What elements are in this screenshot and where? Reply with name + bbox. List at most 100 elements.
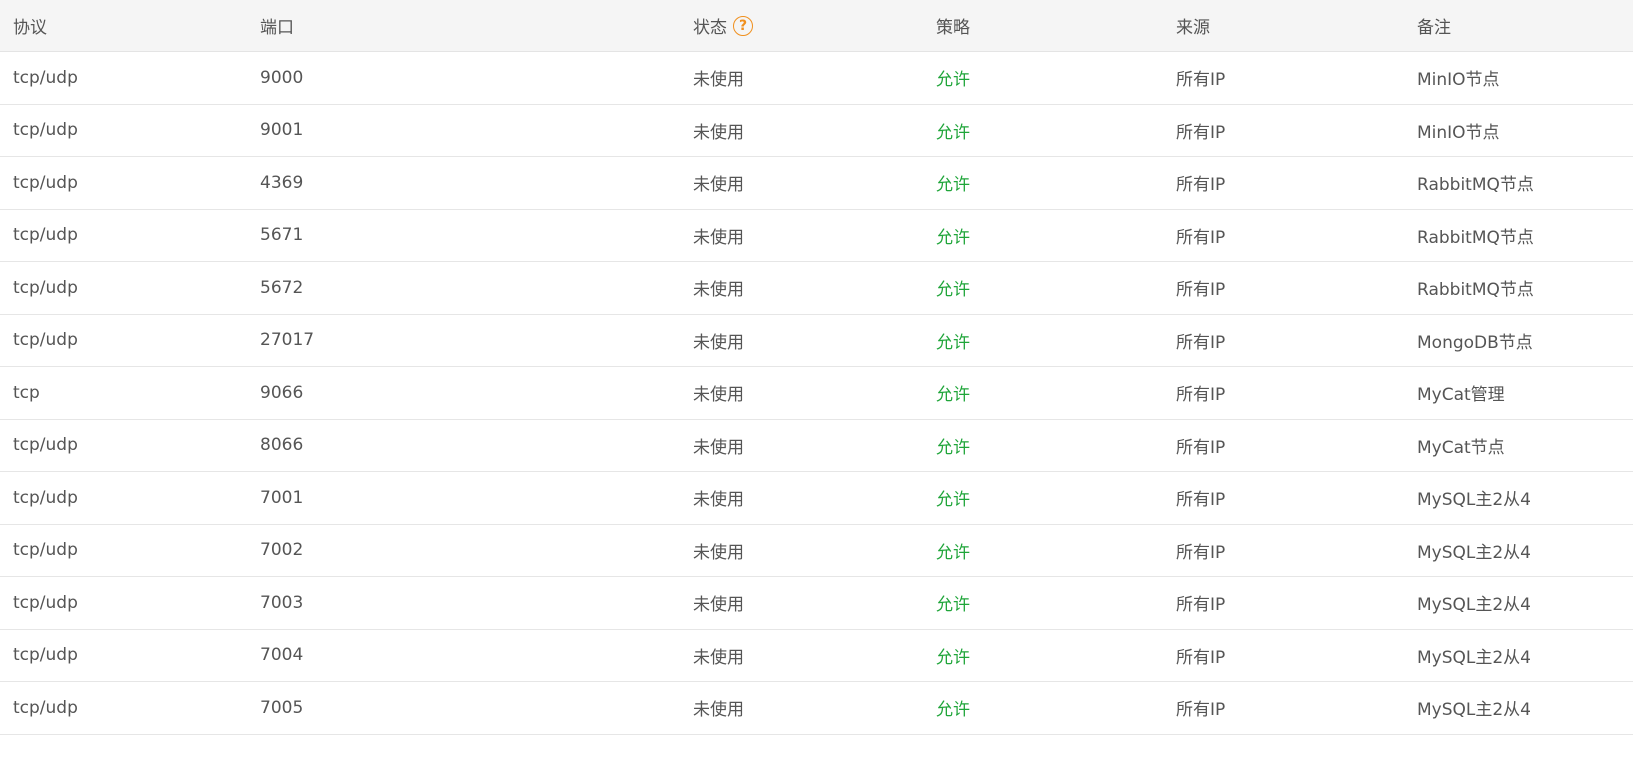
cell-protocol: tcp/udp — [13, 697, 78, 718]
cell-source: 所有IP — [1176, 647, 1226, 668]
cell-source: 所有IP — [1176, 122, 1226, 143]
table-row[interactable]: tcp/udp 4369 未使用 允许 所有IP RabbitMQ节点 — [0, 157, 1633, 210]
cell-source: 所有IP — [1176, 280, 1226, 301]
cell-status: 未使用 — [693, 175, 744, 196]
cell-status: 未使用 — [693, 70, 744, 91]
cell-policy: 允许 — [936, 385, 970, 406]
cell-source: 所有IP — [1176, 385, 1226, 406]
header-protocol[interactable]: 协议 — [0, 13, 258, 38]
cell-port: 7004 — [260, 645, 304, 666]
cell-policy: 允许 — [936, 542, 970, 563]
cell-port: 7005 — [260, 697, 304, 718]
cell-remark: RabbitMQ节点 — [1417, 227, 1534, 248]
cell-policy: 允许 — [936, 175, 970, 196]
cell-policy: 允许 — [936, 280, 970, 301]
table-row[interactable]: tcp/udp 8066 未使用 允许 所有IP MyCat节点 — [0, 420, 1633, 472]
cell-port: 9066 — [260, 382, 304, 403]
table-body: tcp/udp 9000 未使用 允许 所有IP MinIO节点 tcp/udp 9001 未使… — [0, 52, 1633, 735]
cell-status: 未使用 — [693, 227, 744, 248]
cell-source: 所有IP — [1176, 542, 1226, 563]
cell-protocol: tcp/udp — [13, 67, 78, 88]
cell-remark: RabbitMQ节点 — [1417, 280, 1534, 301]
table-row[interactable]: tcp/udp 5672 未使用 允许 所有IP RabbitMQ节点 — [0, 262, 1633, 315]
table-row[interactable]: tcp/udp 9001 未使用 允许 所有IP MinIO节点 — [0, 105, 1633, 157]
question-circle-icon[interactable]: ? — [733, 15, 753, 36]
cell-port: 5672 — [260, 277, 304, 298]
cell-status: 未使用 — [693, 437, 744, 458]
cell-protocol: tcp — [13, 382, 40, 403]
cell-port: 9001 — [260, 120, 304, 141]
table-row[interactable]: tcp/udp 7004 未使用 允许 所有IP MySQL主2从4 — [0, 630, 1633, 682]
cell-port: 27017 — [260, 330, 315, 351]
cell-policy: 允许 — [936, 122, 970, 143]
cell-status: 未使用 — [693, 647, 744, 668]
cell-policy: 允许 — [936, 490, 970, 511]
cell-policy: 允许 — [936, 647, 970, 668]
cell-source: 所有IP — [1176, 700, 1226, 721]
cell-source: 所有IP — [1176, 437, 1226, 458]
table-row[interactable]: tcp/udp 27017 未使用 允许 所有IP MongoDB节点 — [0, 315, 1633, 367]
cell-policy: 允许 — [936, 700, 970, 721]
cell-port: 7003 — [260, 592, 304, 613]
table-row[interactable]: tcp/udp 9000 未使用 允许 所有IP MinIO节点 — [0, 52, 1633, 105]
cell-source: 所有IP — [1176, 490, 1226, 511]
firewall-rules-table: 协议 端口 状态 ? 策略 来源 备注 tcp/udp 9000 未使用 允许 所有IP… — [0, 0, 1633, 735]
cell-policy: 允许 — [936, 332, 970, 353]
cell-port: 4369 — [260, 172, 304, 193]
table-row[interactable]: tcp 9066 未使用 允许 所有IP MyCat管理 — [0, 367, 1633, 420]
header-status[interactable]: 状态 ? — [689, 13, 932, 38]
cell-remark: RabbitMQ节点 — [1417, 175, 1534, 196]
header-source[interactable]: 来源 — [1172, 13, 1413, 38]
cell-status: 未使用 — [693, 700, 744, 721]
cell-protocol: tcp/udp — [13, 645, 78, 666]
header-policy[interactable]: 策略 — [932, 13, 1172, 38]
cell-status: 未使用 — [693, 332, 744, 353]
header-status-label: 状态 — [693, 18, 727, 38]
header-port[interactable]: 端口 — [258, 13, 689, 38]
cell-remark: MyCat节点 — [1417, 437, 1505, 458]
cell-port: 7002 — [260, 540, 304, 561]
cell-protocol: tcp/udp — [13, 540, 78, 561]
table-row[interactable]: tcp/udp 7002 未使用 允许 所有IP MySQL主2从4 — [0, 525, 1633, 577]
cell-port: 7001 — [260, 487, 304, 508]
cell-protocol: tcp/udp — [13, 225, 78, 246]
cell-remark: MyCat管理 — [1417, 385, 1505, 406]
cell-remark: MinIO节点 — [1417, 70, 1500, 91]
table-row[interactable]: tcp/udp 7003 未使用 允许 所有IP MySQL主2从4 — [0, 577, 1633, 630]
cell-remark: MinIO节点 — [1417, 122, 1500, 143]
cell-source: 所有IP — [1176, 70, 1226, 91]
cell-remark: MySQL主2从4 — [1417, 647, 1532, 668]
cell-protocol: tcp/udp — [13, 120, 78, 141]
table-row[interactable]: tcp/udp 7001 未使用 允许 所有IP MySQL主2从4 — [0, 472, 1633, 525]
cell-status: 未使用 — [693, 385, 744, 406]
header-remark[interactable]: 备注 — [1413, 13, 1633, 38]
cell-policy: 允许 — [936, 70, 970, 91]
cell-protocol: tcp/udp — [13, 330, 78, 351]
table-row[interactable]: tcp/udp 5671 未使用 允许 所有IP RabbitMQ节点 — [0, 210, 1633, 262]
cell-status: 未使用 — [693, 490, 744, 511]
cell-status: 未使用 — [693, 542, 744, 563]
cell-remark: MySQL主2从4 — [1417, 542, 1532, 563]
cell-policy: 允许 — [936, 227, 970, 248]
cell-protocol: tcp/udp — [13, 277, 78, 298]
cell-policy: 允许 — [936, 595, 970, 616]
cell-protocol: tcp/udp — [13, 487, 78, 508]
cell-remark: MySQL主2从4 — [1417, 700, 1532, 721]
cell-source: 所有IP — [1176, 227, 1226, 248]
cell-source: 所有IP — [1176, 332, 1226, 353]
table-header: 协议 端口 状态 ? 策略 来源 备注 — [0, 0, 1633, 52]
cell-status: 未使用 — [693, 595, 744, 616]
cell-protocol: tcp/udp — [13, 592, 78, 613]
cell-remark: MongoDB节点 — [1417, 332, 1533, 353]
cell-remark: MySQL主2从4 — [1417, 595, 1532, 616]
table-row[interactable]: tcp/udp 7005 未使用 允许 所有IP MySQL主2从4 — [0, 682, 1633, 735]
cell-port: 8066 — [260, 435, 304, 456]
cell-remark: MySQL主2从4 — [1417, 490, 1532, 511]
cell-policy: 允许 — [936, 437, 970, 458]
cell-status: 未使用 — [693, 280, 744, 301]
cell-source: 所有IP — [1176, 595, 1226, 616]
cell-source: 所有IP — [1176, 175, 1226, 196]
cell-status: 未使用 — [693, 122, 744, 143]
cell-protocol: tcp/udp — [13, 435, 78, 456]
cell-protocol: tcp/udp — [13, 172, 78, 193]
